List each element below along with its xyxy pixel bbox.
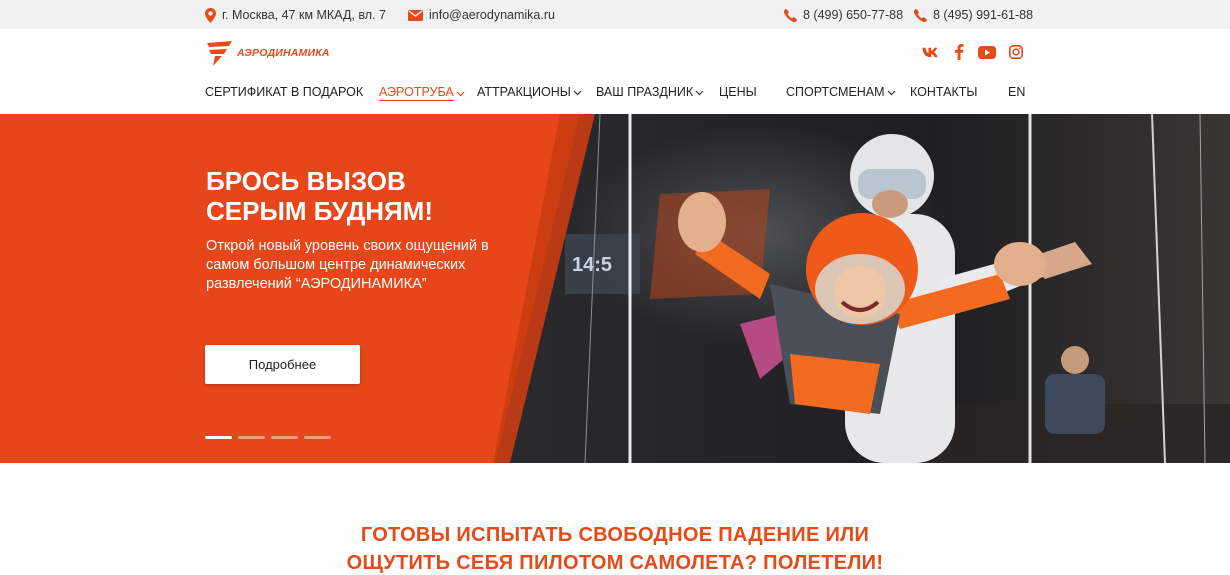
section-heading: ГОТОВЫ ИСПЫТАТЬ СВОБОДНОЕ ПАДЕНИЕ ИЛИ ОЩ… [0, 521, 1230, 575]
nav-item-label: КОНТАКТЫ [910, 85, 978, 99]
address[interactable]: г. Москва, 47 км МКАД, вл. 7 [205, 7, 386, 23]
slider-dot-4[interactable] [304, 436, 331, 439]
chevron-down-icon [573, 85, 582, 99]
more-details-button[interactable]: Подробнее [205, 345, 360, 384]
language-label: EN [1008, 85, 1026, 99]
wall-screen-time: 14:5 [572, 254, 612, 276]
slider-dot-2[interactable] [238, 436, 265, 439]
email-text: info@aerodynamika.ru [429, 8, 555, 22]
mail-icon [408, 9, 423, 21]
phone-icon [784, 8, 797, 22]
nav-item-certificate[interactable]: СЕРТИФИКАТ В ПОДАРОК [205, 85, 363, 99]
logo-text: АЭРОДИНАМИКА [237, 47, 330, 59]
nav-item-athletes[interactable]: СПОРТСМЕНАМ [786, 85, 896, 99]
logo[interactable]: АЭРОДИНАМИКА [205, 40, 330, 66]
nav-item-attractions[interactable]: АТТРАКЦИОНЫ [477, 85, 582, 99]
nav-item-label: ЦЕНЫ [719, 85, 757, 99]
main-nav: СЕРТИФИКАТ В ПОДАРОК АЭРОТРУБА АТТРАКЦИО… [205, 85, 1025, 103]
site-header: АЭРОДИНАМИКА СЕРТИФИКАТ В ПОДАРОК АЭРОТР… [0, 29, 1230, 114]
hero-photo: 14:5 [0, 114, 1230, 463]
phone-link-1[interactable]: 8 (499) 650-77-88 [784, 7, 903, 23]
email-link[interactable]: info@aerodynamika.ru [408, 7, 555, 23]
top-info-bar: г. Москва, 47 км МКАД, вл. 7 info@aerody… [0, 0, 1230, 29]
slider-dot-1[interactable] [205, 436, 232, 439]
nav-item-aerotube[interactable]: АЭРОТРУБА [379, 85, 465, 101]
vk-icon [922, 47, 938, 57]
section-heading-line-1: ГОТОВЫ ИСПЫТАТЬ СВОБОДНОЕ ПАДЕНИЕ ИЛИ [360, 524, 870, 546]
phone-2-text: 8 (495) 991-61-88 [933, 8, 1034, 22]
nav-item-label: ВАШ ПРАЗДНИК [596, 85, 694, 99]
hero-title-line-2: СЕРЫМ БУДНЯМ! [206, 196, 433, 226]
section-heading-line-2: ОЩУТИТЬ СЕБЯ ПИЛОТОМ САМОЛЕТА? ПОЛЕТЕЛИ! [346, 552, 884, 574]
phone-icon [914, 8, 927, 22]
chevron-down-icon [456, 86, 465, 100]
nav-item-party[interactable]: ВАШ ПРАЗДНИК [596, 85, 704, 99]
chevron-down-icon [887, 85, 896, 99]
language-switch[interactable]: EN [1008, 85, 1025, 99]
nav-item-label: АЭРОТРУБА [379, 85, 454, 101]
nav-item-label: СЕРТИФИКАТ В ПОДАРОК [205, 85, 364, 99]
vk-link[interactable] [922, 44, 940, 60]
hero-description: Открой новый уровень своих ощущений в са… [206, 238, 489, 292]
youtube-icon [978, 45, 996, 59]
logo-mark-icon [207, 41, 232, 66]
nav-item-label: СПОРТСМЕНАМ [786, 85, 885, 99]
nav-item-label: АТТРАКЦИОНЫ [477, 85, 571, 99]
facebook-icon [955, 44, 964, 60]
instagram-icon [1009, 45, 1023, 59]
map-pin-icon [205, 7, 216, 23]
nav-item-prices[interactable]: ЦЕНЫ [719, 85, 757, 99]
hero-title-line-1: БРОСЬ ВЫЗОВ [206, 166, 406, 196]
hero-title: БРОСЬ ВЫЗОВ СЕРЫМ БУДНЯМ! [206, 166, 566, 226]
nav-item-contacts[interactable]: КОНТАКТЫ [910, 85, 977, 99]
youtube-link[interactable] [978, 44, 996, 60]
slider-dot-3[interactable] [271, 436, 298, 439]
address-text: г. Москва, 47 км МКАД, вл. 7 [222, 8, 386, 22]
chevron-down-icon [695, 85, 704, 99]
hero-slider: 14:5 БРОСЬ ВЫЗОВ СЕРЫМ БУДНЯМ! Открой но… [0, 114, 1230, 463]
phone-1-text: 8 (499) 650-77-88 [803, 8, 904, 22]
slider-pagination [205, 436, 331, 439]
instagram-link[interactable] [1007, 44, 1025, 60]
phone-link-2[interactable]: 8 (495) 991-61-88 [914, 7, 1033, 23]
facebook-link[interactable] [950, 44, 968, 60]
